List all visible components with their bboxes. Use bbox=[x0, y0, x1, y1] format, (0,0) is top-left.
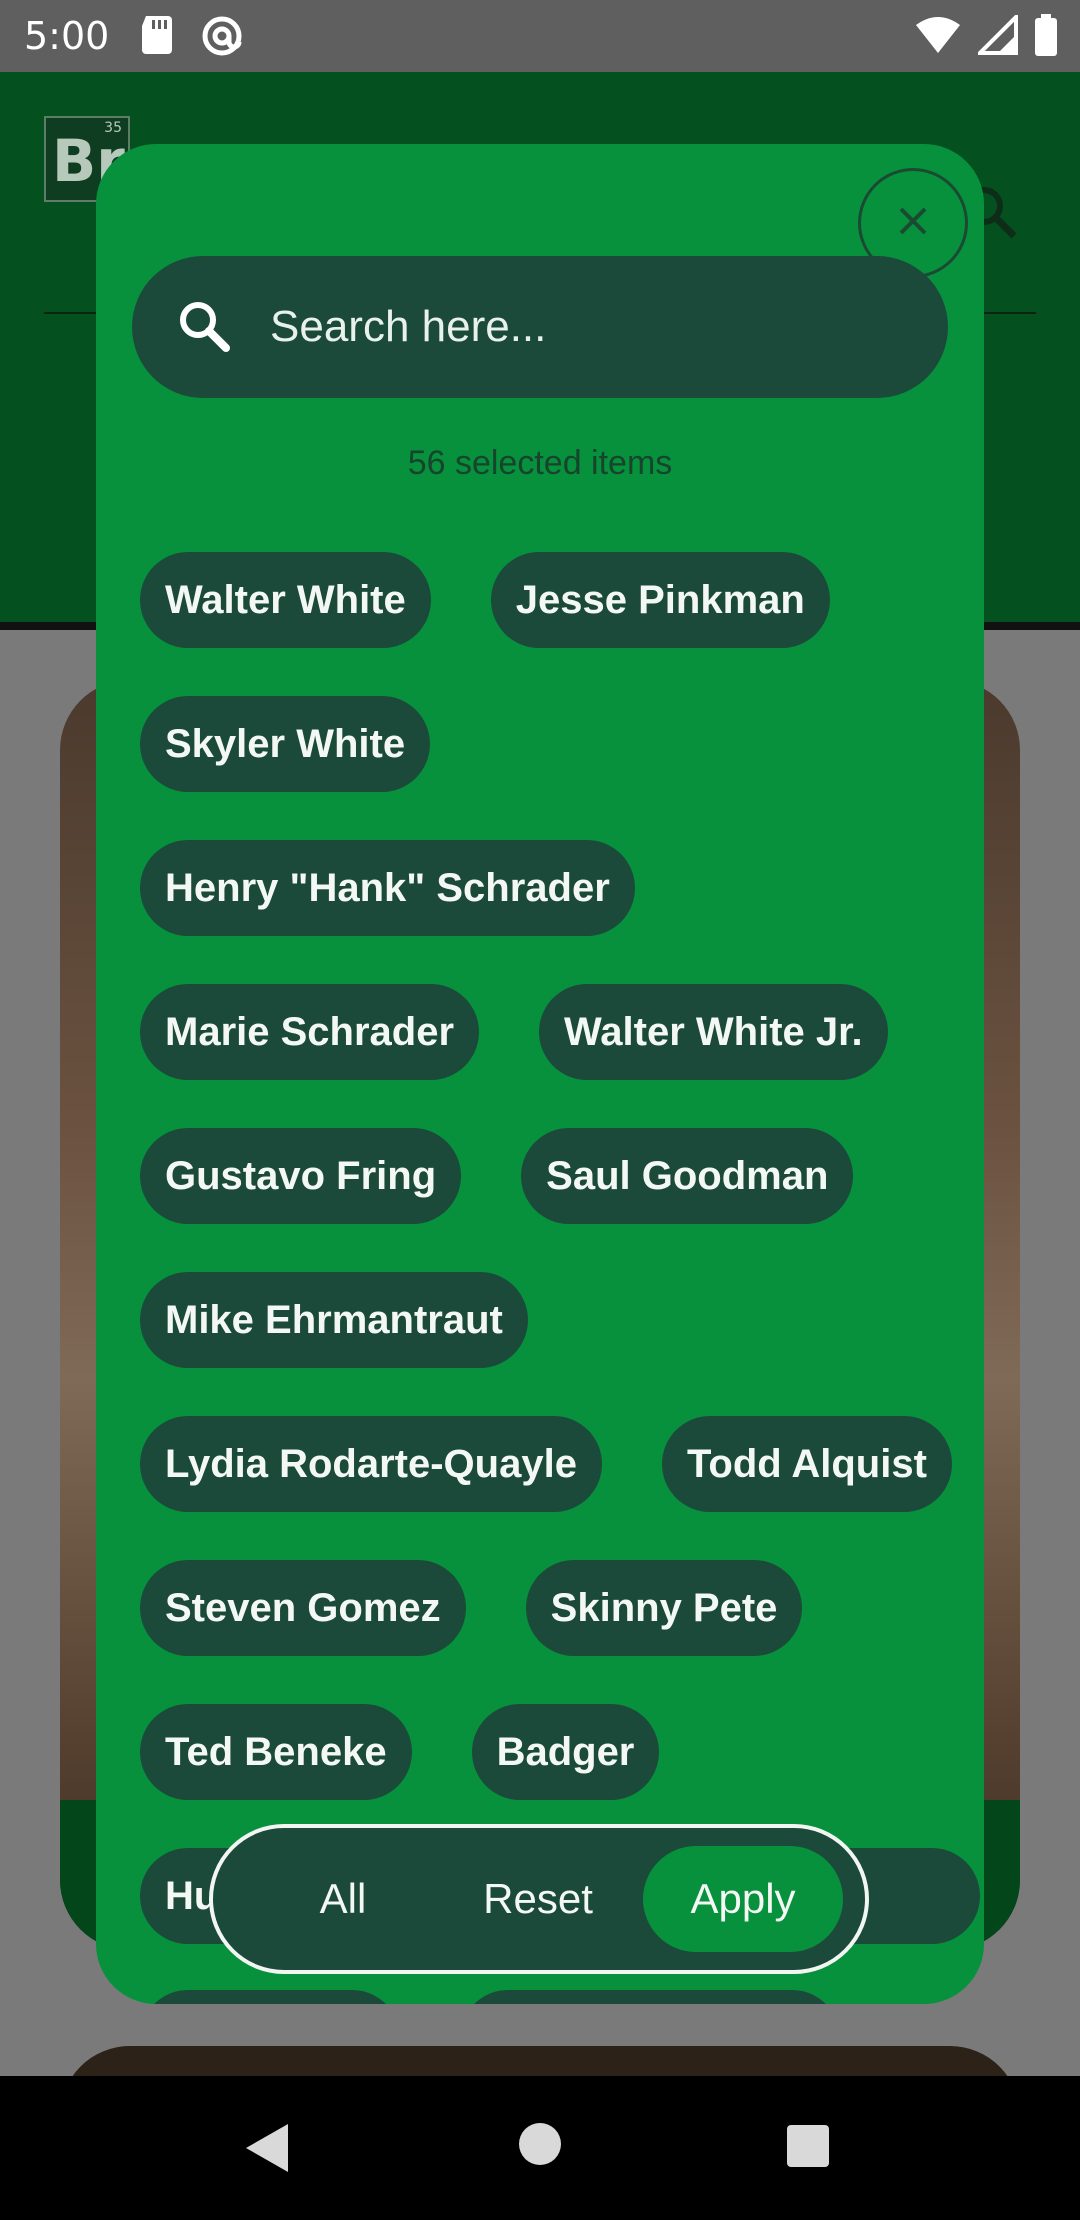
chip[interactable]: Skyler White bbox=[140, 696, 431, 792]
chip[interactable]: Henry "Hank" Schrader bbox=[140, 840, 635, 936]
chip[interactable]: Todd Alquist bbox=[661, 1416, 952, 1512]
status-bar: 5:00 bbox=[0, 0, 1080, 72]
chip-row: Marie Schrader Walter White Jr. bbox=[140, 984, 888, 1080]
chip-row: Ted Beneke Badger bbox=[140, 1704, 660, 1800]
filter-modal: 56 selected items Walter White Jesse Pin… bbox=[96, 144, 984, 2004]
search-icon bbox=[174, 296, 234, 360]
chip[interactable]: Walter White Jr. bbox=[539, 984, 888, 1080]
close-icon bbox=[893, 201, 933, 245]
chip-row: Mike Ehrmantraut bbox=[140, 1272, 528, 1368]
chip[interactable]: Ted Beneke bbox=[140, 1704, 412, 1800]
chip-row: Lydia Rodarte-Quayle Todd Alquist bbox=[140, 1416, 952, 1512]
chip[interactable]: Marie Schrader bbox=[140, 984, 480, 1080]
search-input[interactable] bbox=[268, 286, 912, 368]
signal-icon bbox=[978, 15, 1018, 55]
chip-row: Henry "Hank" Schrader bbox=[140, 840, 635, 936]
all-button[interactable]: All bbox=[253, 1846, 433, 1952]
at-sign-icon bbox=[200, 14, 244, 58]
chip-row: Skyler White bbox=[140, 696, 431, 792]
chip[interactable]: Steven Gomez bbox=[140, 1560, 466, 1656]
chip[interactable]: Gustavo Fring bbox=[140, 1128, 462, 1224]
chip-row: Steven Gomez Skinny Pete bbox=[140, 1560, 803, 1656]
chip[interactable]: Badger bbox=[471, 1704, 660, 1800]
wifi-icon bbox=[914, 15, 962, 55]
chip[interactable]: Saul Goodman bbox=[521, 1128, 854, 1224]
search-bar[interactable] bbox=[132, 256, 948, 398]
chip-row: Walter White Jesse Pinkman bbox=[140, 552, 830, 648]
chip[interactable]: Skinny Pete bbox=[525, 1560, 803, 1656]
chip-row bbox=[140, 1990, 840, 2004]
apply-button[interactable]: Apply bbox=[643, 1846, 843, 1952]
reset-button[interactable]: Reset bbox=[453, 1846, 623, 1952]
home-icon[interactable] bbox=[518, 2122, 562, 2170]
navigation-bar bbox=[0, 2076, 1080, 2220]
status-time: 5:00 bbox=[24, 14, 110, 58]
battery-icon bbox=[1034, 14, 1058, 56]
chip[interactable]: Mike Ehrmantraut bbox=[140, 1272, 528, 1368]
chip-partial[interactable] bbox=[460, 1990, 840, 2004]
sd-card-icon bbox=[140, 14, 174, 58]
chip-partial[interactable] bbox=[140, 1990, 400, 2004]
back-icon[interactable] bbox=[244, 2122, 292, 2178]
chip-row: Gustavo Fring Saul Goodman bbox=[140, 1128, 854, 1224]
app-logo-number: 35 bbox=[104, 120, 122, 136]
chip[interactable]: Walter White bbox=[140, 552, 431, 648]
chip[interactable]: Lydia Rodarte-Quayle bbox=[140, 1416, 602, 1512]
selected-count: 56 selected items bbox=[407, 444, 673, 482]
chip[interactable]: Jesse Pinkman bbox=[490, 552, 830, 648]
recents-icon[interactable] bbox=[786, 2124, 830, 2172]
filter-action-bar: All Reset Apply bbox=[209, 1824, 869, 1974]
